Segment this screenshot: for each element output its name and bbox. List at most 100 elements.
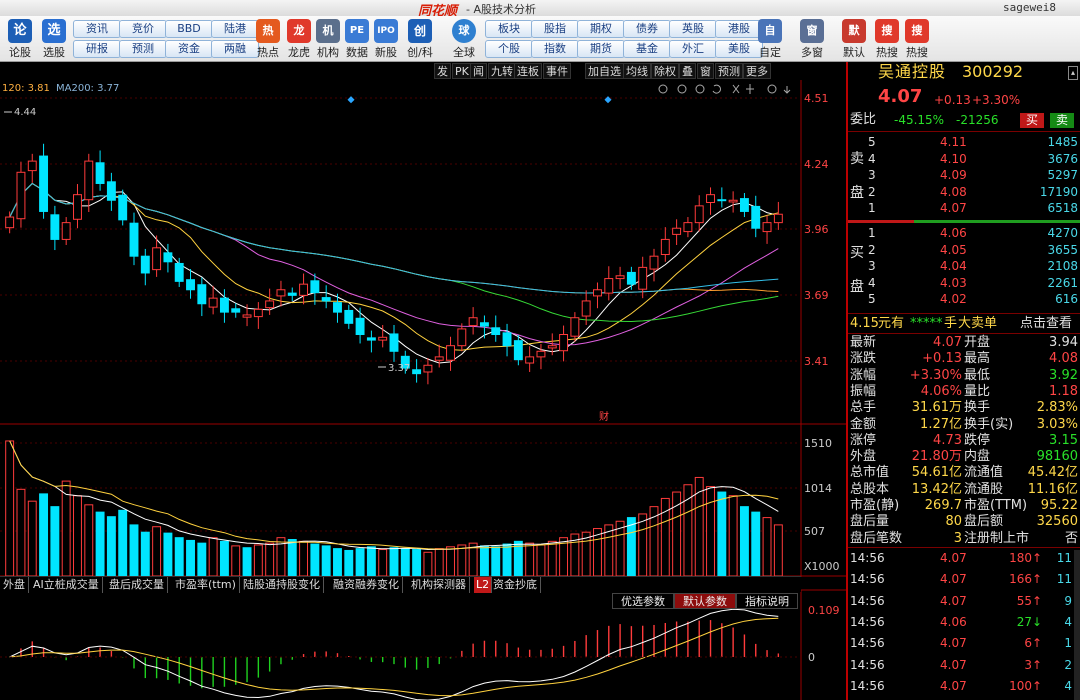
chart-btn-window[interactable]: 窗 xyxy=(697,63,714,79)
tick-price: 4.07 xyxy=(940,657,967,672)
bid-level-row[interactable]: 2 4.05 3655 xyxy=(848,242,1080,258)
chart-btn-more[interactable]: 更多 xyxy=(743,63,771,79)
financial-event-marker[interactable]: 财 xyxy=(599,410,609,423)
chart-btn-lianban[interactable]: 连板 xyxy=(514,63,542,79)
ask-level-row[interactable]: 1 4.07 6518 xyxy=(848,200,1080,216)
chart-btn-overlay[interactable]: 叠 xyxy=(679,63,696,79)
bid-level-row[interactable]: 3 4.04 2108 xyxy=(848,258,1080,274)
tick-count: 1 xyxy=(1064,636,1072,651)
tab-waipan[interactable]: 外盘 xyxy=(0,577,29,593)
bid-level-row[interactable]: 5 4.02 616 xyxy=(848,291,1080,307)
toolbar-label: 龙虎 xyxy=(288,46,310,59)
ask-level-row[interactable]: 2 4.08 17190 xyxy=(848,184,1080,200)
btn-jingjia[interactable]: 竞价 xyxy=(119,20,167,38)
big-order-row[interactable]: 4.15 元有 ***** 手 大卖单 点击查看 xyxy=(848,316,1080,333)
btn-yinggu[interactable]: 英股 xyxy=(669,20,717,38)
tab-default-params[interactable]: 默认参数 xyxy=(674,593,736,609)
tick-volume: 27 xyxy=(1016,614,1032,629)
tab-indicator-help[interactable]: 指标说明 xyxy=(736,593,798,609)
btn-guzhi[interactable]: 股指 xyxy=(531,20,579,38)
toolbar-default-button[interactable]: 默 默认 xyxy=(836,18,872,60)
candle-body xyxy=(84,160,94,201)
stat-value: 54.61亿 xyxy=(911,465,962,481)
tab-ai-volume[interactable]: AI立桩成交量 xyxy=(30,577,103,593)
chart-btn-jiuzhuan[interactable]: 九转 xyxy=(488,63,516,79)
stat-label: 盘后量 xyxy=(850,514,890,530)
toolbar-lungu-button[interactable]: 论 论股 xyxy=(4,18,36,60)
stat-row: 盘后量 80 盘后额 32560 xyxy=(848,514,1080,530)
btn-zhaiquan[interactable]: 债券 xyxy=(623,20,671,38)
btn-gegu[interactable]: 个股 xyxy=(485,40,533,58)
btn-zixun[interactable]: 资讯 xyxy=(73,20,121,38)
toolbar-xuangu-button[interactable]: 选 选股 xyxy=(38,18,70,60)
btn-jijin[interactable]: 基金 xyxy=(623,40,671,58)
toolbar-institution-button[interactable]: 机 机构 xyxy=(312,18,344,60)
tab-after-hours-volume[interactable]: 盘后成交量 xyxy=(106,577,168,593)
tab-margin-change[interactable]: 融资融券变化 xyxy=(330,577,403,593)
chart-btn-pk[interactable]: PK xyxy=(452,63,472,79)
toolbar-hotsearch2-button[interactable]: 搜 热搜 xyxy=(902,18,932,60)
toolbar-custom-button[interactable]: 自 自定 xyxy=(752,18,788,60)
btn-zijin[interactable]: 资金 xyxy=(165,40,213,58)
btn-waihui[interactable]: 外汇 xyxy=(669,40,717,58)
tick-count: 11 xyxy=(1056,551,1072,565)
btn-yanbao[interactable]: 研报 xyxy=(73,40,121,58)
tick-volume: 180 xyxy=(1009,551,1032,565)
volume-bar xyxy=(129,524,139,577)
chart-btn-news[interactable]: 闻 xyxy=(470,63,487,79)
toolbar-hot-button[interactable]: 热 热点 xyxy=(252,18,284,60)
stat-value: 3.92 xyxy=(1049,367,1078,383)
btn-bankuai[interactable]: 板块 xyxy=(485,20,533,38)
level-number: 3 xyxy=(868,168,876,182)
tick-scrollbar[interactable] xyxy=(1074,550,1080,700)
btn-yuce[interactable]: 预测 xyxy=(119,40,167,58)
toolbar-chuangke-button[interactable]: 创 创/科 xyxy=(402,18,438,60)
tab-hk-connect-holdings[interactable]: 陆股通持股变化 xyxy=(240,577,324,593)
candle-body xyxy=(491,327,501,336)
toolbar-ipo-button[interactable]: IPO 新股 xyxy=(370,18,402,60)
volume-bar xyxy=(739,506,749,577)
candle-body xyxy=(773,213,783,224)
candle-body xyxy=(694,205,704,224)
chart-btn-forecast[interactable]: 预测 xyxy=(715,63,743,79)
chart-btn-fa[interactable]: 发 xyxy=(434,63,451,79)
sell-button[interactable]: 卖 xyxy=(1050,113,1074,128)
tab-optimal-params[interactable]: 优选参数 xyxy=(612,593,674,609)
toolbar-hotsearch-button[interactable]: 搜 热搜 xyxy=(872,18,902,60)
tab-bottom-fishing[interactable]: 资金抄底 xyxy=(490,577,541,593)
expand-icon[interactable]: ▴ xyxy=(1068,66,1078,80)
chart-btn-exright[interactable]: 除权 xyxy=(651,63,679,79)
toolbar-global-button[interactable]: 球 全球 xyxy=(446,18,482,60)
username[interactable]: sagewei8 xyxy=(1003,1,1056,14)
candle-body xyxy=(5,216,15,229)
tab-pe-ttm[interactable]: 市盈率(ttm) xyxy=(172,577,240,593)
toolbar-multiwindow-button[interactable]: 窗 多窗 xyxy=(794,18,830,60)
level-number: 1 xyxy=(868,201,876,215)
chart-btn-events[interactable]: 事件 xyxy=(543,63,571,79)
volume-bar xyxy=(536,544,546,577)
volume-bar xyxy=(762,517,772,577)
tab-institution-detector[interactable]: 机构探测器 xyxy=(408,577,470,593)
stat-label: 开盘 xyxy=(964,335,991,350)
big-order-view-link[interactable]: 点击查看 xyxy=(1020,316,1072,332)
stat-row: 总手 31.61万 换手 2.83% xyxy=(848,400,1080,416)
ask-level-row[interactable]: 3 4.09 5297 xyxy=(848,167,1080,183)
candle-body xyxy=(559,334,569,352)
chart-btn-add-watch[interactable]: 加自选 xyxy=(585,63,624,79)
candle-body xyxy=(310,280,320,294)
btn-bbd[interactable]: BBD xyxy=(165,20,213,38)
volume-bar xyxy=(208,537,218,577)
btn-qihuo[interactable]: 期货 xyxy=(577,40,625,58)
btn-zhishu[interactable]: 指数 xyxy=(531,40,579,58)
ask-level-row[interactable]: 4 4.10 3676 xyxy=(848,151,1080,167)
toolbar-data-button[interactable]: PE 数据 xyxy=(341,18,373,60)
hot-icon: 热 xyxy=(256,19,280,43)
ask-level-row[interactable]: 5 4.11 1485 xyxy=(848,134,1080,150)
toolbar-longhu-button[interactable]: 龙 龙虎 xyxy=(283,18,315,60)
buy-button[interactable]: 买 xyxy=(1020,113,1044,128)
chart-btn-ma[interactable]: 均线 xyxy=(623,63,651,79)
bid-level-row[interactable]: 1 4.06 4270 xyxy=(848,225,1080,241)
bid-level-row[interactable]: 4 4.03 2261 xyxy=(848,275,1080,291)
btn-qiquan[interactable]: 期权 xyxy=(577,20,625,38)
volume-bar xyxy=(186,539,195,577)
